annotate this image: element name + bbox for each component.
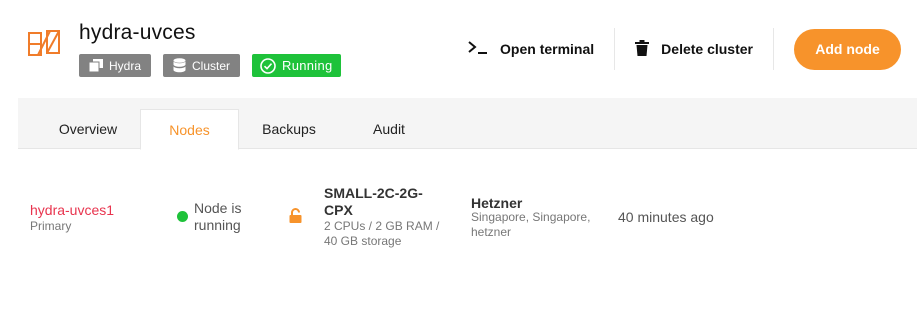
node-location: Singapore, Singapore, hetzner bbox=[471, 210, 591, 239]
cluster-title: hydra-uvces bbox=[79, 21, 196, 44]
trash-icon bbox=[635, 39, 650, 59]
header-actions: Open terminal Delete cluster Add node bbox=[448, 28, 901, 70]
add-node-button[interactable]: Add node bbox=[794, 28, 901, 70]
tab-audit[interactable]: Audit bbox=[339, 109, 439, 149]
tab-bar: Overview Nodes Backups Audit bbox=[18, 98, 917, 150]
node-plan-details: 2 CPUs / 2 GB RAM / 40 GB storage bbox=[324, 219, 440, 248]
terminal-icon bbox=[468, 40, 488, 58]
status-badge: Running bbox=[252, 54, 341, 77]
delete-cluster-button[interactable]: Delete cluster bbox=[615, 28, 773, 70]
hydra-type-label: Hydra bbox=[109, 58, 142, 73]
check-circle-icon bbox=[260, 57, 276, 74]
node-role: Primary bbox=[30, 219, 72, 233]
status-dot-icon bbox=[177, 211, 188, 222]
open-terminal-label: Open terminal bbox=[500, 41, 595, 57]
hydra-type-badge: Hydra bbox=[79, 54, 152, 77]
node-created-time: 40 minutes ago bbox=[618, 209, 714, 225]
node-provider: Hetzner bbox=[471, 195, 523, 211]
tab-backups[interactable]: Backups bbox=[239, 109, 339, 149]
open-terminal-button[interactable]: Open terminal bbox=[448, 28, 614, 70]
node-name-link[interactable]: hydra-uvces1 bbox=[30, 202, 114, 218]
node-status: Node is running bbox=[194, 200, 242, 233]
cluster-kind-badge: Cluster bbox=[163, 54, 241, 77]
cluster-badges: Hydra Cluster Running bbox=[79, 54, 341, 77]
unlock-icon bbox=[289, 208, 302, 228]
actions-divider bbox=[773, 28, 774, 70]
copy-icon bbox=[89, 59, 103, 72]
tab-nodes[interactable]: Nodes bbox=[140, 109, 239, 150]
hydra-logo-icon bbox=[28, 28, 60, 58]
node-plan: SMALL-2C-2G-CPX bbox=[324, 185, 423, 218]
delete-cluster-label: Delete cluster bbox=[661, 41, 753, 57]
status-badge-label: Running bbox=[282, 58, 333, 73]
tab-overview[interactable]: Overview bbox=[36, 109, 140, 149]
database-icon bbox=[173, 58, 186, 73]
cluster-header: hydra-uvces Hydra Cluster Running Open t… bbox=[0, 0, 917, 98]
table-row: hydra-uvces1 Primary Node is running SMA… bbox=[0, 170, 917, 260]
cluster-kind-label: Cluster bbox=[192, 58, 231, 73]
